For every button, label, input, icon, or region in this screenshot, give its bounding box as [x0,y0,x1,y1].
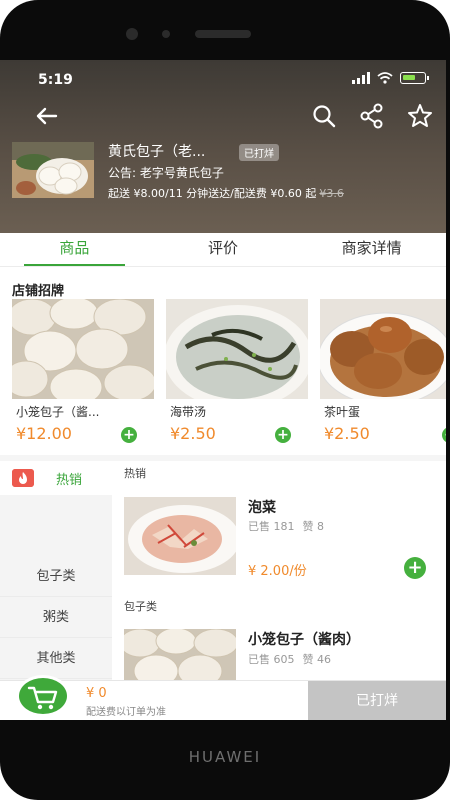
signature-card[interactable]: 茶叶蛋 ¥2.50 + [320,299,446,449]
signature-item-name: 小笼包子（酱... [16,405,100,419]
signature-card[interactable]: 小笼包子（酱... ¥12.00 + [12,299,154,449]
product-stats: 已售 605 赞 46 [248,651,331,667]
delivery-info: 起送 ¥8.00/11 分钟送达/配送费 ¥0.60 起 ¥3.6 [108,185,344,201]
back-arrow-icon[interactable] [32,104,60,128]
signature-item-name: 海带汤 [170,405,207,419]
shop-notice: 公告: 老字号黄氏包子 [108,166,224,180]
like-count: 赞 46 [302,653,332,666]
sensor [162,30,170,38]
like-count: 赞 8 [302,520,325,533]
tab-products[interactable]: 商品 [0,233,149,266]
signature-item-price: ¥12.00 [16,424,72,443]
product-section-label: 热销 [124,467,146,480]
add-to-cart-button[interactable]: + [121,427,137,443]
delivery-text: 起送 ¥8.00/11 分钟送达/配送费 ¥0.60 起 [108,187,317,200]
sidebar-item-hot[interactable]: 热销 [0,461,112,495]
sold-count: 已售 181 [248,520,295,533]
shop-logo-image [12,142,94,198]
shop-name: 黄氏包子（老... [108,144,206,160]
add-to-cart-button[interactable]: + [275,427,291,443]
checkout-button[interactable]: 已打烊 [308,681,446,720]
product-name: 小笼包子（酱肉） [248,632,360,648]
share-icon[interactable] [358,102,386,130]
sold-count: 已售 605 [248,653,295,666]
shop-status-badge: 已打烊 [239,144,279,161]
phone-frame: 5:19 黄氏包子（老... 已打烊 公告: 老字号黄氏包子 起送 ¥8.00/… [0,0,450,800]
star-icon[interactable] [406,102,434,130]
cart-button[interactable] [16,675,70,717]
signature-card[interactable]: 海带汤 ¥2.50 + [166,299,308,449]
cart-bar: ¥ 0 配送费以订单为准 已打烊 [0,675,446,720]
tab-reviews[interactable]: 评价 [149,233,298,266]
product-name: 泡菜 [248,500,276,516]
tea-eggs-image [320,299,446,399]
sidebar-item-porridge[interactable]: 粥类 [0,598,112,638]
sidebar-item-others[interactable]: 其他类 [0,639,112,679]
front-camera [126,28,138,40]
cart-total: ¥ 0 [86,686,107,701]
header-actions [310,102,434,130]
search-icon[interactable] [310,102,338,130]
original-fee: ¥3.6 [319,187,344,200]
product-section-label: 包子类 [124,600,157,613]
kimchi-image [124,497,236,575]
steamed-buns-image [124,629,236,680]
status-icons [352,72,429,84]
status-time: 5:19 [38,72,73,88]
signature-section-title: 店铺招牌 [12,284,65,299]
device-brand-logo: HUAWEI [188,748,262,766]
tab-merchant-details[interactable]: 商家详情 [297,233,446,266]
signal-icon [352,72,370,84]
buns-image [12,299,154,399]
shop-tabs: 商品 评价 商家详情 [0,233,446,267]
category-sidebar: 热销 包子类 粥类 其他类 [0,461,112,681]
add-to-cart-button[interactable]: + [404,557,426,579]
seaweed-soup-image [166,299,308,399]
add-to-cart-button[interactable]: + [442,427,446,443]
sidebar-item-label: 热销 [56,473,83,488]
product-price: ¥ 2.00/份 [248,564,307,579]
signature-item-price: ¥2.50 [170,424,216,443]
fire-icon [12,469,34,487]
wifi-icon [377,72,393,84]
signature-item-name: 茶叶蛋 [324,405,361,419]
delivery-fee-note: 配送费以订单为准 [86,707,166,718]
sidebar-item-buns[interactable]: 包子类 [0,557,112,597]
shop-header: 5:19 黄氏包子（老... 已打烊 公告: 老字号黄氏包子 起送 ¥8.00/… [0,60,446,233]
signature-items: 小笼包子（酱... ¥12.00 + 海带汤 ¥2.50 + 茶叶蛋 ¥2.50 [12,299,446,449]
signature-item-price: ¥2.50 [324,424,370,443]
app-screen: 5:19 黄氏包子（老... 已打烊 公告: 老字号黄氏包子 起送 ¥8.00/… [0,60,446,720]
product-stats: 已售 181 赞 8 [248,518,324,534]
battery-icon [400,72,429,84]
earpiece-speaker [195,30,251,38]
shopping-cart-icon [27,686,58,710]
